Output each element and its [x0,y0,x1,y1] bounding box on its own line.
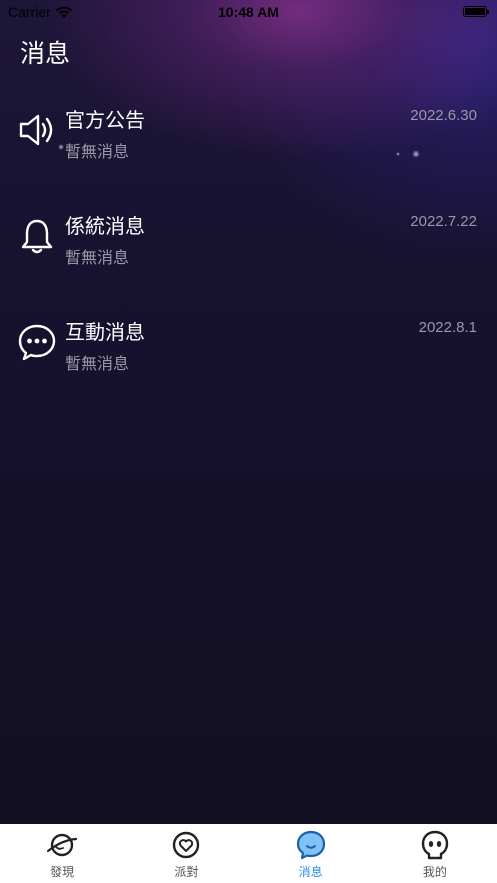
status-time: 10:48 AM [218,4,279,20]
message-date: 2022.7.22 [410,213,477,230]
message-item-official[interactable]: 官方公告 暫無消息 2022.6.30 [0,104,497,194]
tab-label: 派對 [174,865,199,879]
status-bar: Carrier 10:48 AM [0,0,497,26]
speaker-icon [17,110,57,150]
message-subtitle: 暫無消息 [65,142,130,161]
message-date: 2022.6.30 [410,107,477,124]
message-bubble-icon [294,830,328,860]
page-title: 消息 [20,39,71,68]
battery-icon [463,6,489,17]
message-date: 2022.8.1 [418,319,477,336]
message-title: 互動消息 [65,320,145,344]
tab-messages[interactable]: 消息 [249,824,373,883]
planet-icon [45,830,79,860]
message-title: 官方公告 [65,108,145,132]
tab-discover[interactable]: 發現 [0,824,124,883]
tab-profile[interactable]: 我的 [373,824,497,883]
tab-label: 發現 [50,865,75,879]
message-title: 係統消息 [65,214,145,238]
heart-circle-icon [169,830,203,860]
tab-label: 我的 [422,865,447,879]
message-item-system[interactable]: 係統消息 暫無消息 2022.7.22 [0,210,497,300]
message-subtitle: 暫無消息 [65,354,130,373]
tab-bar: 發現 派對 消息 我的 [0,824,497,883]
message-item-interaction[interactable]: 互動消息 暫無消息 2022.8.1 [0,316,497,406]
tab-party[interactable]: 派對 [124,824,248,883]
chat-bubble-icon [17,322,57,362]
message-subtitle: 暫無消息 [65,248,130,267]
tab-label: 消息 [298,865,323,879]
ghost-face-icon [418,830,452,860]
bell-icon [17,216,57,256]
